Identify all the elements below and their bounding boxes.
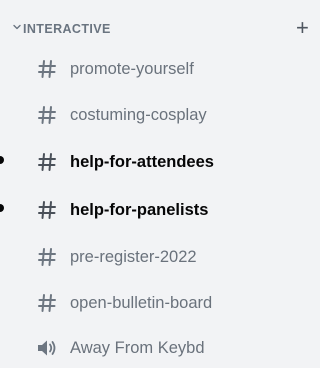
channel-item[interactable]: costuming-cosplay: [0, 95, 314, 135]
channel-name: promote-yourself: [70, 60, 194, 78]
unread-indicator: [0, 204, 4, 212]
unread-indicator: [0, 156, 4, 164]
channel-name: pre-register-2022: [70, 248, 197, 266]
channel-name: Away From Keybd: [70, 339, 205, 357]
speaker-icon: [36, 337, 58, 359]
channel-item[interactable]: help-for-panelists: [0, 190, 314, 230]
channel-item[interactable]: open-bulletin-board: [0, 283, 314, 323]
chevron-down-icon: [12, 22, 22, 32]
hash-icon: [36, 58, 58, 80]
channel-item[interactable]: help-for-attendees: [0, 142, 314, 182]
channel-name: help-for-panelists: [70, 201, 209, 219]
channel-name: help-for-attendees: [70, 153, 214, 171]
add-channel-button[interactable]: +: [296, 18, 314, 38]
voice-channel-item[interactable]: Away From Keybd: [0, 328, 314, 368]
channel-name: costuming-cosplay: [70, 106, 207, 124]
hash-icon: [36, 292, 58, 314]
hash-icon: [36, 151, 58, 173]
category-label: INTERACTIVE: [23, 22, 111, 36]
channel-name: open-bulletin-board: [70, 294, 213, 312]
hash-icon: [36, 199, 58, 221]
channel-item[interactable]: promote-yourself: [0, 49, 314, 89]
hash-icon: [36, 246, 58, 268]
channel-category-interactive[interactable]: INTERACTIVE +: [0, 18, 314, 44]
channel-item[interactable]: pre-register-2022: [0, 237, 314, 277]
hash-icon: [36, 104, 58, 126]
